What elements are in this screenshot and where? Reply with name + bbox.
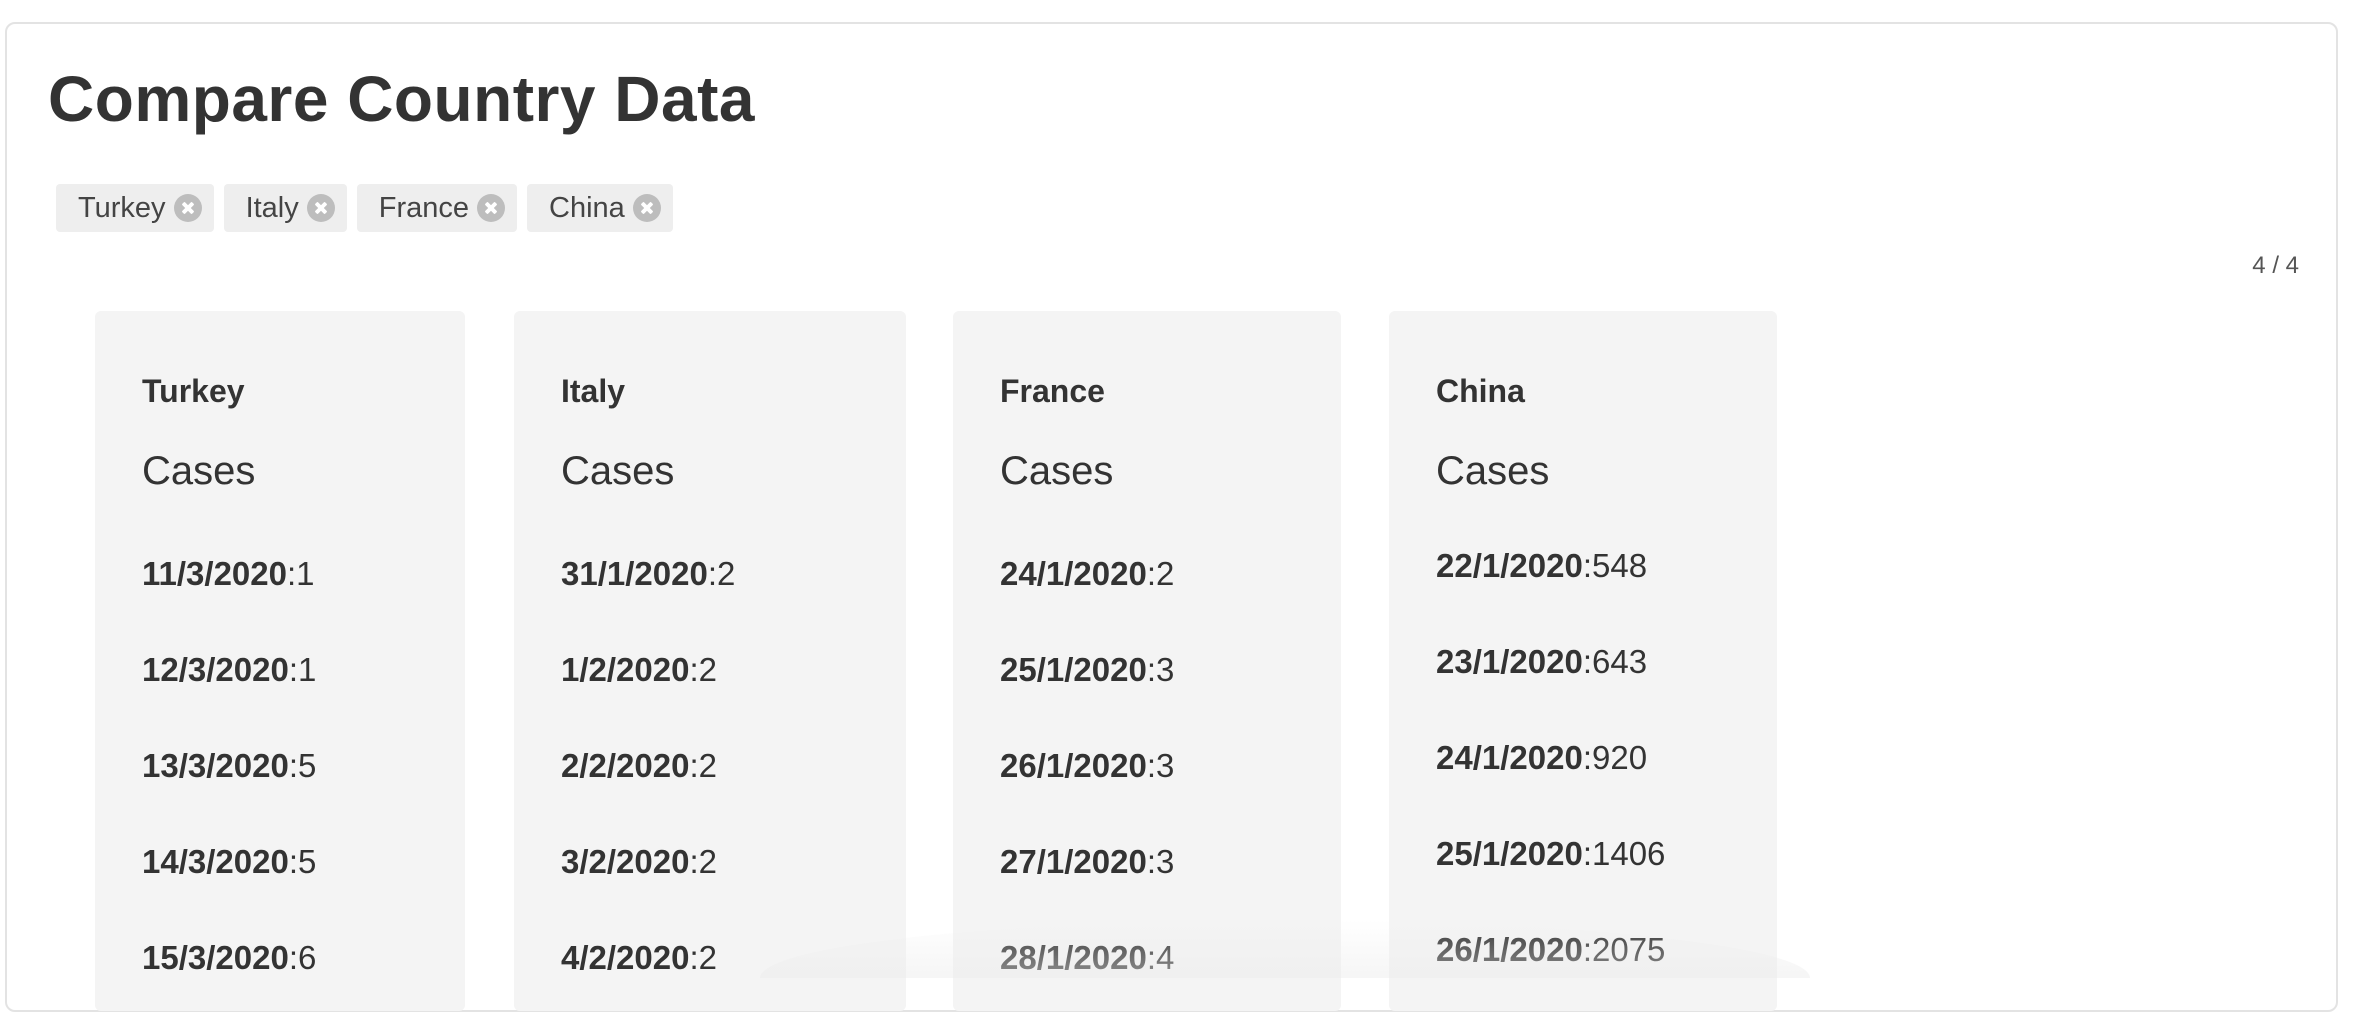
entry-date: 1/2/2020 <box>561 651 690 688</box>
list-item: 26/1/2020:3 <box>1000 747 1175 784</box>
list-item: 1/2/2020:2 <box>561 651 717 688</box>
entry-date: 22/1/2020 <box>1436 547 1583 584</box>
entry-value: 643 <box>1591 643 1648 680</box>
chip-turkey[interactable]: Turkey <box>56 184 214 232</box>
list-item: 28/1/2020:4 <box>1000 939 1175 976</box>
list-item: 22/1/2020:548 <box>1436 547 1648 584</box>
list-item: 27/1/2020:3 <box>1000 843 1175 880</box>
list-item: 26/1/2020:2075 <box>1436 931 1666 968</box>
entry-date: 13/3/2020 <box>142 747 289 784</box>
entry-value: 548 <box>1591 547 1648 584</box>
entry-value: 920 <box>1591 739 1648 776</box>
card-title: Italy <box>561 373 626 409</box>
entry-value: 1 <box>296 555 315 592</box>
entry-value: 2 <box>716 555 736 592</box>
chip-label: China <box>549 191 625 224</box>
entry-date: 25/1/2020 <box>1436 835 1583 872</box>
compare-panel: Compare Country Data Turkey Italy France… <box>5 22 2338 1012</box>
list-item: 15/3/2020:6 <box>142 939 317 976</box>
chip-label: France <box>378 191 470 224</box>
card-subtitle: Cases <box>1436 449 1550 493</box>
country-card-turkey: Turkey Cases 11/3/2020:1 12/3/2020:1 13/… <box>95 311 465 1011</box>
entry-date: 26/1/2020 <box>1436 931 1583 968</box>
list-item: 11/3/2020:1 <box>142 555 315 592</box>
remove-chip-icon[interactable] <box>632 194 661 222</box>
entry-value: 2 <box>698 651 717 688</box>
card-title: China <box>1436 373 1525 409</box>
entry-date: 14/3/2020 <box>142 843 289 880</box>
selection-counter: 4 / 4 <box>2252 252 2299 279</box>
card-title: France <box>1000 373 1105 409</box>
list-item: 4/2/2020:2 <box>561 939 717 976</box>
entry-value: 3 <box>1155 747 1175 784</box>
list-item: 13/3/2020:5 <box>142 747 317 784</box>
entry-date: 24/1/2020 <box>1000 555 1147 592</box>
list-item: 3/2/2020:2 <box>561 843 717 880</box>
card-title: Turkey <box>142 373 245 409</box>
chip-france[interactable]: France <box>356 184 518 232</box>
list-item: 23/1/2020:643 <box>1436 643 1648 680</box>
entry-value: 1406 <box>1591 835 1666 872</box>
entry-value: 5 <box>297 843 317 880</box>
list-item: 12/3/2020:1 <box>142 651 317 688</box>
list-item: 24/1/2020:2 <box>1000 555 1175 592</box>
entry-value: 2075 <box>1591 931 1666 968</box>
chip-italy[interactable]: Italy <box>223 184 347 232</box>
country-card-italy: Italy Cases 31/1/2020:2 1/2/2020:2 2/2/2… <box>514 311 906 1011</box>
entry-date: 28/1/2020 <box>1000 939 1147 976</box>
entry-date: 27/1/2020 <box>1000 843 1147 880</box>
chip-label: Turkey <box>78 191 166 224</box>
entry-value: 3 <box>1155 843 1175 880</box>
list-item: 24/1/2020:920 <box>1436 739 1648 776</box>
entry-date: 11/3/2020 <box>142 555 287 592</box>
entry-date: 4/2/2020 <box>561 939 690 976</box>
list-item: 31/1/2020:2 <box>561 555 736 592</box>
list-item: 25/1/2020:1406 <box>1436 835 1666 872</box>
remove-chip-icon[interactable] <box>173 194 202 222</box>
entry-value: 1 <box>297 651 317 688</box>
card-subtitle: Cases <box>142 449 256 493</box>
entry-date: 26/1/2020 <box>1000 747 1147 784</box>
entry-value: 6 <box>297 939 317 976</box>
list-item: 14/3/2020:5 <box>142 843 317 880</box>
entry-date: 31/1/2020 <box>561 555 708 592</box>
entry-value: 4 <box>1155 939 1175 976</box>
entry-date: 25/1/2020 <box>1000 651 1147 688</box>
entry-value: 2 <box>1155 555 1175 592</box>
entry-date: 12/3/2020 <box>142 651 289 688</box>
remove-chip-icon[interactable] <box>477 194 506 222</box>
entry-date: 2/2/2020 <box>561 747 690 784</box>
country-card-china: China Cases 22/1/2020:548 23/1/2020:643 … <box>1389 311 1777 1011</box>
page-title: Compare Country Data <box>48 63 755 135</box>
entry-value: 2 <box>698 747 717 784</box>
entry-value: 2 <box>698 939 717 976</box>
list-item: 2/2/2020:2 <box>561 747 717 784</box>
country-card-france: France Cases 24/1/2020:2 25/1/2020:3 26/… <box>953 311 1341 1011</box>
entry-date: 23/1/2020 <box>1436 643 1583 680</box>
entry-date: 24/1/2020 <box>1436 739 1583 776</box>
remove-chip-icon[interactable] <box>306 194 335 222</box>
list-item: 25/1/2020:3 <box>1000 651 1175 688</box>
chip-china[interactable]: China <box>527 184 673 232</box>
entry-value: 3 <box>1155 651 1175 688</box>
entry-value: 2 <box>698 843 717 880</box>
entry-date: 3/2/2020 <box>561 843 690 880</box>
entry-value: 5 <box>297 747 317 784</box>
chip-label: Italy <box>245 191 299 224</box>
entry-date: 15/3/2020 <box>142 939 289 976</box>
card-subtitle: Cases <box>1000 449 1114 493</box>
card-subtitle: Cases <box>561 449 675 493</box>
country-chip-list: Turkey Italy France China <box>56 184 673 232</box>
